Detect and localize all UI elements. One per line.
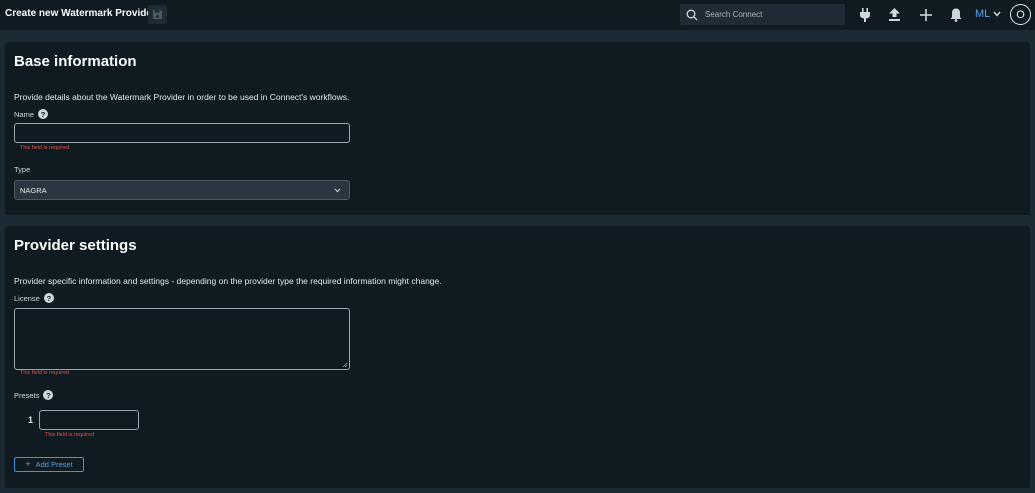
license-label-text: License	[14, 293, 40, 303]
top-bar: Create new Watermark Provider Search Con…	[0, 0, 1035, 30]
user-menu[interactable]: ML	[975, 8, 1001, 20]
type-label: Type	[14, 165, 30, 174]
name-label-text: Name	[14, 109, 35, 119]
license-error: This field is required	[20, 370, 70, 376]
add-preset-label: Add Preset	[35, 460, 73, 469]
preset-input[interactable]	[39, 410, 139, 430]
type-label-text: Type	[14, 165, 31, 174]
search-icon	[686, 9, 698, 20]
provider-settings-card: Provider settings Provider specific info…	[5, 226, 1030, 488]
type-select[interactable]: NAGRA	[14, 180, 350, 200]
search-box[interactable]	[680, 4, 845, 25]
search-input[interactable]	[705, 10, 835, 19]
plug-button[interactable]	[857, 7, 872, 22]
presets-label-text: Presets	[14, 390, 40, 400]
presets-label: Presets ?	[14, 390, 54, 400]
license-textarea[interactable]	[14, 308, 350, 370]
save-button[interactable]	[148, 5, 167, 24]
chevron-down-icon	[993, 11, 1001, 17]
add-button[interactable]	[918, 7, 933, 22]
upload-button[interactable]	[887, 7, 902, 22]
name-label: Name ?	[14, 109, 49, 119]
bell-icon	[950, 8, 961, 22]
provider-settings-description: Provider specific information and settin…	[14, 276, 442, 286]
base-information-title: Base information	[14, 53, 137, 70]
base-information-description: Provide details about the Watermark Prov…	[14, 92, 350, 102]
notifications-button[interactable]	[948, 7, 963, 22]
base-information-card: Base information Provide details about t…	[5, 42, 1030, 215]
save-icon	[152, 9, 163, 20]
help-icon[interactable]: ?	[43, 390, 54, 400]
help-icon[interactable]: ?	[43, 293, 54, 303]
name-error: This field is required	[20, 145, 70, 151]
plug-icon	[859, 7, 870, 22]
avatar[interactable]: O	[1010, 4, 1031, 25]
avatar-letter: O	[1016, 8, 1025, 21]
preset-error: This field is required	[45, 432, 95, 438]
add-preset-button[interactable]: + Add Preset	[14, 457, 84, 472]
chevron-down-icon	[334, 188, 341, 193]
help-icon[interactable]: ?	[38, 109, 49, 119]
upload-icon	[889, 8, 900, 21]
user-initials: ML	[975, 8, 991, 20]
provider-settings-title: Provider settings	[14, 237, 137, 254]
page-title: Create new Watermark Provider	[5, 8, 156, 19]
plus-icon: +	[25, 459, 31, 469]
type-select-value: NAGRA	[20, 185, 47, 195]
resize-handle-icon[interactable]	[342, 362, 348, 368]
plus-icon	[919, 8, 932, 21]
name-input[interactable]	[14, 123, 350, 143]
preset-index: 1	[28, 415, 34, 425]
license-label: License ?	[14, 293, 54, 303]
